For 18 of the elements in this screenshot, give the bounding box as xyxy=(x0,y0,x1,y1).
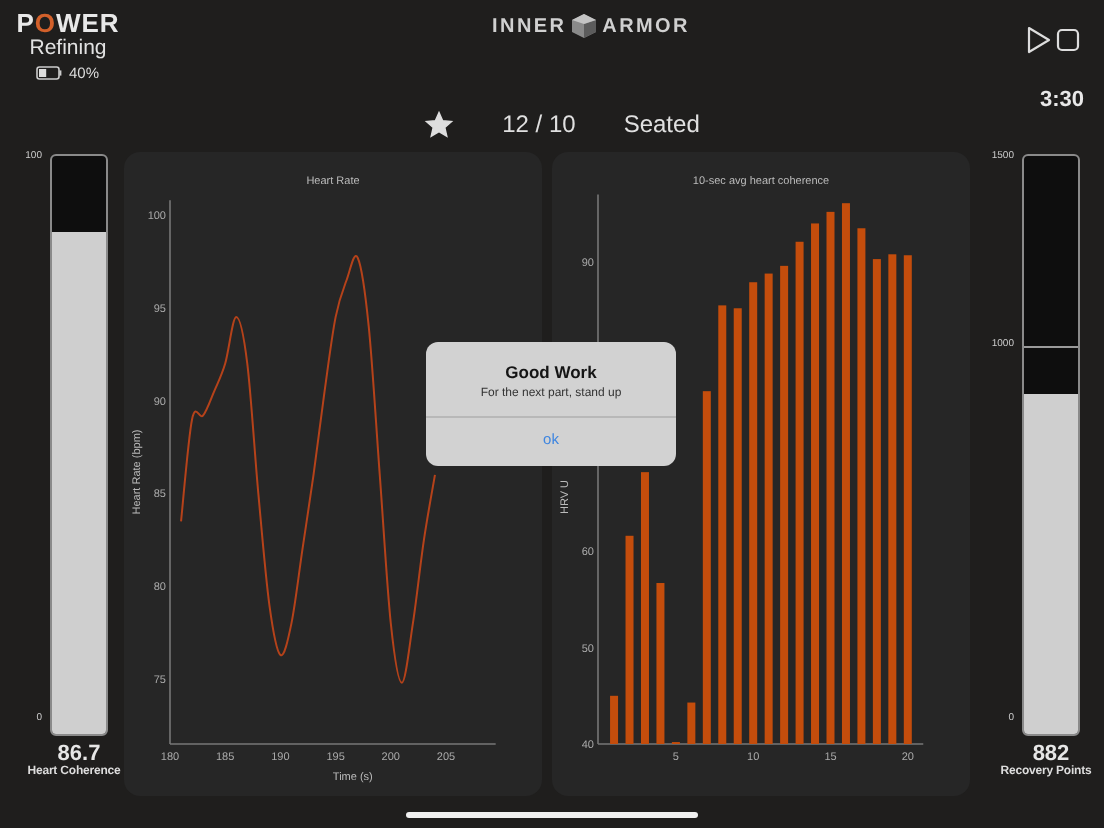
dialog-title: Good Work xyxy=(505,362,597,382)
logo-text: INNER xyxy=(492,15,567,37)
stop-button[interactable] xyxy=(1056,26,1080,54)
mode-label: Refining xyxy=(29,36,107,60)
position-label: Seated xyxy=(623,110,700,138)
gauge-value: 86.7 xyxy=(57,742,101,766)
star-icon[interactable] xyxy=(424,109,455,139)
brand-name: POWER xyxy=(16,10,120,36)
battery-icon xyxy=(36,66,63,80)
progress-count: 12 / 10 xyxy=(502,110,576,138)
gauge-value: 882 xyxy=(1032,742,1070,766)
target-marker xyxy=(1024,346,1078,349)
timer: 3:30 xyxy=(1039,88,1084,112)
cube-icon xyxy=(570,12,599,40)
logo-text: ARMOR xyxy=(602,15,690,37)
bar xyxy=(687,702,696,744)
play-button[interactable] xyxy=(1026,26,1052,54)
bar xyxy=(610,695,619,744)
